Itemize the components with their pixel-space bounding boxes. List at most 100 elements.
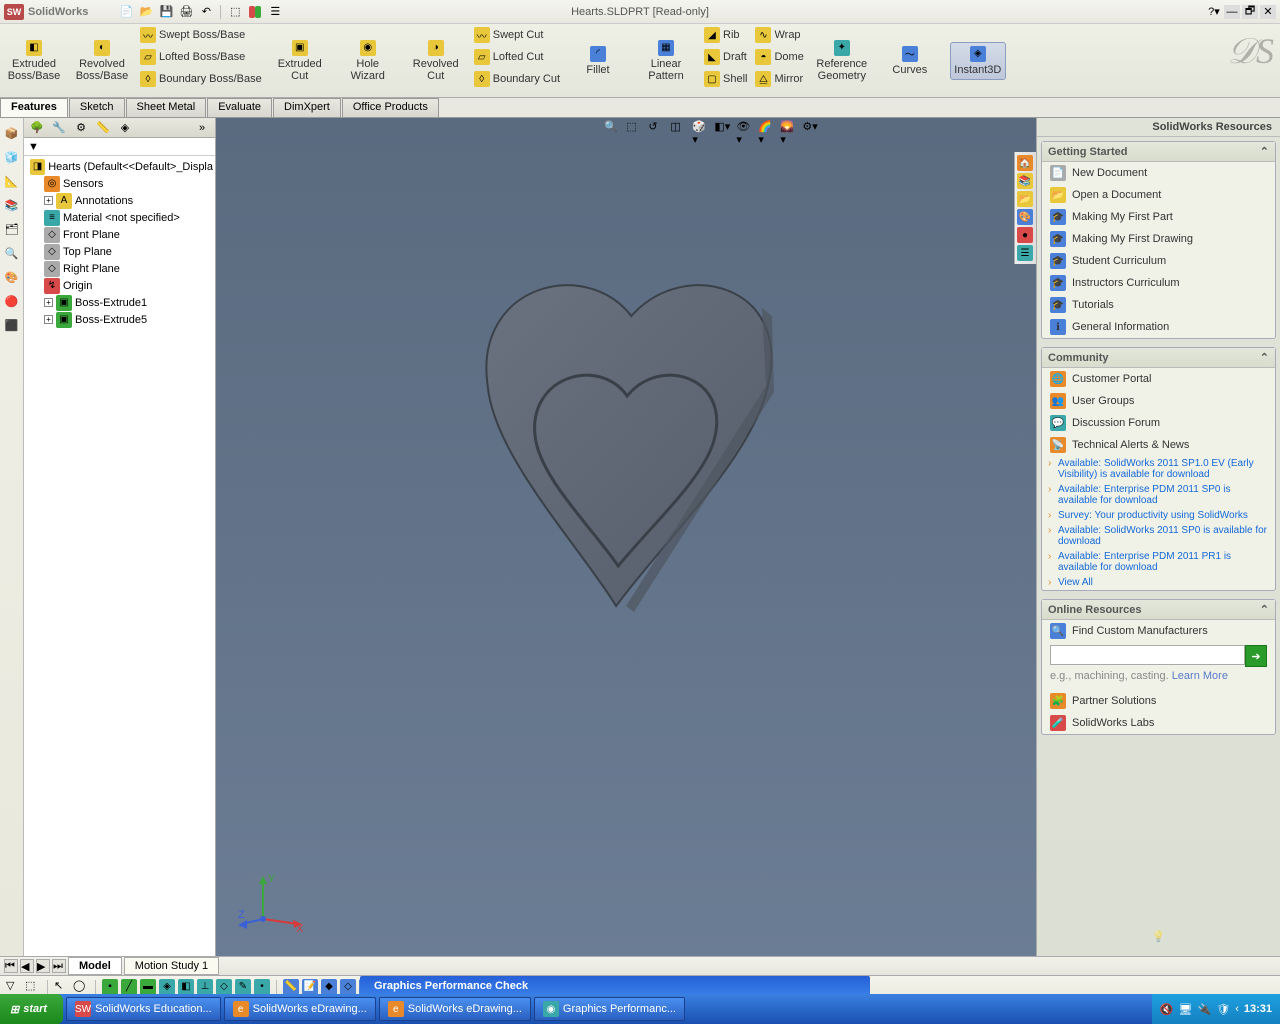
news-item[interactable]: Survey: Your productivity using SolidWor… <box>1042 508 1275 523</box>
maximize-button[interactable]: 🗗 <box>1242 5 1258 19</box>
display-tab-icon[interactable]: ◈ <box>116 120 134 136</box>
options-icon[interactable]: ☰ <box>267 4 283 20</box>
previous-view-icon[interactable]: ↺ <box>648 120 666 138</box>
taskbar-item[interactable]: eSolidWorks eDrawing... <box>379 997 531 1021</box>
tree-right-plane[interactable]: ◇Right Plane <box>40 260 213 277</box>
explorer-icon[interactable]: 🗂 <box>3 220 21 238</box>
news-item[interactable]: Available: Enterprise PDM 2011 SP0 is av… <box>1042 482 1275 508</box>
link-first-drawing[interactable]: 🎓Making My First Drawing <box>1042 228 1275 250</box>
instant3d-button[interactable]: ◈Instant3D <box>950 42 1006 80</box>
resources-tab-icon[interactable]: 🏠 <box>1017 155 1033 171</box>
tree-annotations[interactable]: +AAnnotations <box>40 192 213 209</box>
tab-sketch[interactable]: Sketch <box>69 98 125 117</box>
dome-button[interactable]: ◓Dome <box>751 46 807 68</box>
link-user-groups[interactable]: 👥User Groups <box>1042 390 1275 412</box>
tray-icon[interactable]: 🖥 <box>1179 1003 1193 1016</box>
print-icon[interactable]: 🖨 <box>178 4 194 20</box>
expand-icon[interactable]: + <box>44 315 53 324</box>
part-icon[interactable]: 🧊 <box>3 148 21 166</box>
axis-filter-icon[interactable]: ⊥ <box>197 979 213 995</box>
expand-icon[interactable]: + <box>44 298 53 307</box>
tab-evaluate[interactable]: Evaluate <box>207 98 272 117</box>
taskbar-item[interactable]: eSolidWorks eDrawing... <box>224 997 376 1021</box>
undo-icon[interactable]: ↶ <box>198 4 214 20</box>
misc2-icon[interactable]: ◇ <box>340 979 356 995</box>
tree-front-plane[interactable]: ◇Front Plane <box>40 226 213 243</box>
search-go-button[interactable]: ➔ <box>1245 645 1267 667</box>
property-tab-icon[interactable]: 🔧 <box>50 120 68 136</box>
wrap-button[interactable]: ∿Wrap <box>751 24 807 46</box>
link-student-curriculum[interactable]: 🎓Student Curriculum <box>1042 250 1275 272</box>
link-find-manufacturers[interactable]: 🔍Find Custom Manufacturers <box>1042 620 1275 642</box>
expand-icon[interactable]: + <box>44 196 53 205</box>
filter-icon[interactable]: ▽ <box>6 979 22 995</box>
custom-props-tab-icon[interactable]: ☰ <box>1017 245 1033 261</box>
select-arrow-icon[interactable]: ↖ <box>54 979 70 995</box>
feature-filter[interactable]: ▼ <box>24 138 215 156</box>
extruded-boss-button[interactable]: ◧ExtrudedBoss/Base <box>6 37 62 85</box>
boundary-cut-button[interactable]: ◊Boundary Cut <box>470 68 564 90</box>
tray-expand-icon[interactable]: ‹ <box>1235 1003 1239 1015</box>
mirror-button[interactable]: ⧋Mirror <box>751 68 807 90</box>
tab-motion-study[interactable]: Motion Study 1 <box>124 957 219 975</box>
dimension-filter-icon[interactable]: 📏 <box>283 979 299 995</box>
solid-filter-icon[interactable]: ◧ <box>178 979 194 995</box>
link-discussion-forum[interactable]: 💬Discussion Forum <box>1042 412 1275 434</box>
tray-icon[interactable]: 🛡 <box>1216 1003 1230 1016</box>
taskbar-item[interactable]: SWSolidWorks Education... <box>66 997 221 1021</box>
feature-tree-tab-icon[interactable]: 🌳 <box>28 120 46 136</box>
link-first-part[interactable]: 🎓Making My First Part <box>1042 206 1275 228</box>
revolved-boss-button[interactable]: ◐RevolvedBoss/Base <box>74 37 130 85</box>
next-tab-button[interactable]: ▶ <box>36 959 50 973</box>
tree-root[interactable]: ◨Hearts (Default<<Default>_Displa <box>26 158 213 175</box>
taskbar-clock[interactable]: 13:31 <box>1244 1003 1272 1015</box>
tree-top-plane[interactable]: ◇Top Plane <box>40 243 213 260</box>
link-general-info[interactable]: ℹGeneral Information <box>1042 316 1275 338</box>
view-palette-tab-icon[interactable]: 🎨 <box>1017 209 1033 225</box>
swept-cut-button[interactable]: 〰Swept Cut <box>470 24 564 46</box>
draft-button[interactable]: ◣Draft <box>700 46 751 68</box>
news-item[interactable]: Available: SolidWorks 2011 SP1.0 EV (Ear… <box>1042 456 1275 482</box>
appearances-tab-icon[interactable]: ● <box>1017 227 1033 243</box>
display-style-icon[interactable]: ◧▾ <box>714 120 732 138</box>
extruded-cut-button[interactable]: ▣ExtrudedCut <box>272 37 328 85</box>
link-partner-solutions[interactable]: 🧩Partner Solutions <box>1042 690 1275 712</box>
first-tab-button[interactable]: ⏮ <box>4 959 18 973</box>
zoom-area-icon[interactable]: ⬚ <box>626 120 644 138</box>
apply-scene-icon[interactable]: 🌄▾ <box>780 120 798 138</box>
note-filter-icon[interactable]: 📝 <box>302 979 318 995</box>
curves-button[interactable]: 〜Curves <box>882 43 938 79</box>
vertex-filter-icon[interactable]: ▪ <box>102 979 118 995</box>
tree-origin[interactable]: ↯Origin <box>40 277 213 294</box>
tree-sensors[interactable]: ◎Sensors <box>40 175 213 192</box>
face-filter-icon[interactable]: ▬ <box>140 979 156 995</box>
appearance-icon[interactable]: 🔴 <box>3 292 21 310</box>
shell-button[interactable]: ▢Shell <box>700 68 751 90</box>
graphics-viewport[interactable]: 🔍 ⬚ ↺ ◫ 🎲▾ ◧▾ 👁▾ 🌈▾ 🌄▾ ⚙▾ 🏠 📚 📂 🎨 ● ☰ <box>216 118 1036 956</box>
assembly-icon[interactable]: 📦 <box>3 124 21 142</box>
view-palette-icon[interactable]: 🎨 <box>3 268 21 286</box>
select-icon[interactable]: ⬚ <box>227 4 243 20</box>
fillet-button[interactable]: ◜Fillet <box>570 43 626 79</box>
tray-icon[interactable]: 🔇 <box>1160 1003 1174 1016</box>
collapse-icon[interactable]: ⌃ <box>1260 603 1269 616</box>
custom-icon[interactable]: ⬛ <box>3 316 21 334</box>
edit-appearance-icon[interactable]: 🌈▾ <box>758 120 776 138</box>
link-customer-portal[interactable]: 🌐Customer Portal <box>1042 368 1275 390</box>
misc1-icon[interactable]: ◆ <box>321 979 337 995</box>
zoom-fit-icon[interactable]: 🔍 <box>604 120 622 138</box>
learn-more-link[interactable]: Learn More <box>1172 670 1228 682</box>
prev-tab-button[interactable]: ◀ <box>20 959 34 973</box>
close-button[interactable]: ✕ <box>1260 5 1276 19</box>
tab-office-products[interactable]: Office Products <box>342 98 439 117</box>
select-filter-icon[interactable]: ⬚ <box>25 979 41 995</box>
tree-boss-extrude5[interactable]: +▣Boss-Extrude5 <box>40 311 213 328</box>
tree-boss-extrude1[interactable]: +▣Boss-Extrude1 <box>40 294 213 311</box>
link-instructor-curriculum[interactable]: 🎓Instructors Curriculum <box>1042 272 1275 294</box>
plane-filter-icon[interactable]: ◇ <box>216 979 232 995</box>
lasso-icon[interactable]: ◯ <box>73 979 89 995</box>
help-icon[interactable]: ?▾ <box>1206 4 1222 20</box>
hole-wizard-button[interactable]: ◉HoleWizard <box>340 37 396 85</box>
drawing-icon[interactable]: 📐 <box>3 172 21 190</box>
lofted-boss-button[interactable]: ▱Lofted Boss/Base <box>136 46 266 68</box>
